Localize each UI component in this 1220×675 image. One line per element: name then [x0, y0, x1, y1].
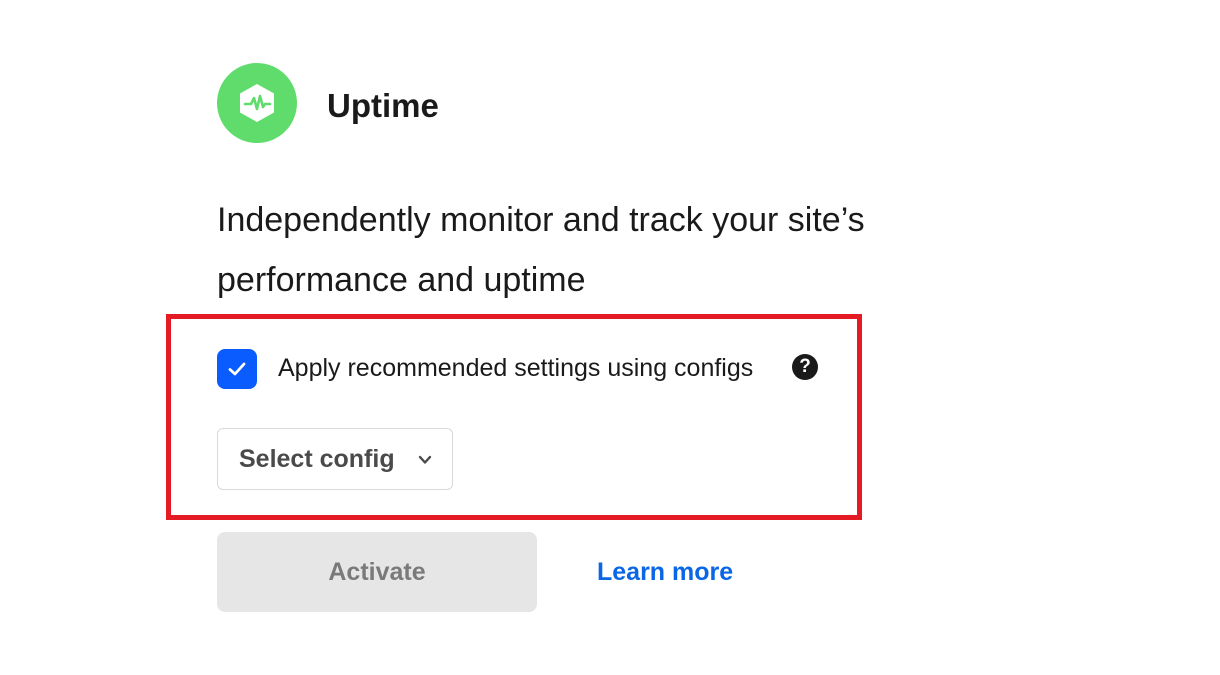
config-select-label: Select config	[239, 444, 395, 473]
question-circle-icon[interactable]: ?	[792, 354, 818, 380]
uptime-pulse-hexagon-icon	[240, 84, 274, 122]
uptime-logo	[217, 63, 297, 143]
plugin-description: Independently monitor and track your sit…	[217, 201, 865, 299]
apply-configs-label: Apply recommended settings using configs	[278, 354, 754, 382]
uptime-activation-panel: Uptime Independently monitor and track y…	[0, 0, 1220, 675]
learn-more-link[interactable]: Learn more	[597, 556, 733, 588]
config-select[interactable]: Select config	[217, 428, 453, 490]
checkmark-icon	[228, 362, 246, 376]
activate-button[interactable]: Activate	[217, 532, 537, 612]
apply-configs-checkbox[interactable]	[217, 349, 257, 389]
page-title: Uptime	[327, 87, 439, 124]
chevron-down-icon	[418, 455, 432, 464]
